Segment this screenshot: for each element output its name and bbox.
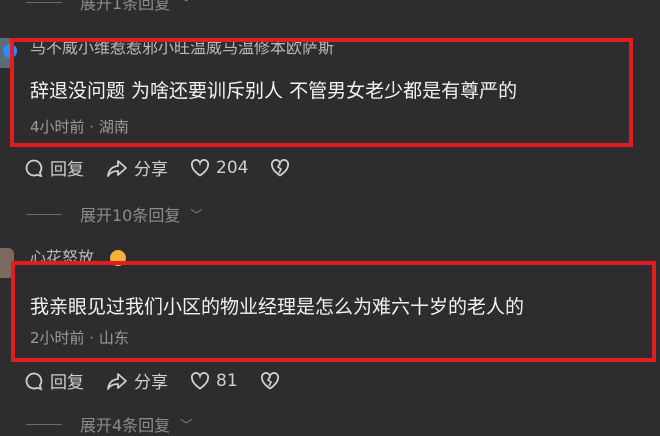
divider — [26, 1, 62, 3]
divider — [26, 423, 62, 425]
like-button[interactable]: 81 — [190, 371, 238, 391]
chevron-down-icon: ﹀ — [180, 0, 193, 10]
share-arrow-icon — [107, 159, 127, 177]
replies-toggle-label: 展开4条回复 — [80, 416, 171, 435]
replies-toggle-label: 展开10条回复 — [80, 206, 181, 225]
heart-icon — [190, 371, 210, 390]
share-button[interactable]: 分享 — [106, 155, 168, 180]
top-replies-toggle[interactable]: 展开1条回复 ﹀ — [26, 0, 192, 14]
comment-bubble-icon — [25, 159, 43, 177]
replies-toggle[interactable]: 展开4条回复 ﹀ — [26, 412, 192, 436]
share-label: 分享 — [134, 373, 168, 393]
reply-button[interactable]: 回复 — [24, 155, 84, 180]
share-label: 分享 — [134, 160, 168, 180]
dislike-button[interactable] — [260, 371, 280, 390]
chevron-down-icon: ﹀ — [180, 417, 193, 432]
share-button[interactable]: 分享 — [106, 368, 168, 393]
replies-toggle[interactable]: 展开10条回复 ﹀ — [26, 202, 202, 226]
comment-actions: 回复 分享 81 — [24, 368, 280, 393]
heart-icon — [190, 158, 210, 177]
comment-meta: 2小时前 · 山东 — [30, 329, 129, 347]
comment-text: 辞退没问题 为啥还要训斥别人 不管男女老少都是有尊严的 — [30, 80, 518, 102]
like-count: 204 — [216, 157, 249, 178]
comment-actions: 回复 分享 204 — [24, 155, 290, 180]
divider — [26, 213, 62, 215]
comment-meta: 4小时前 · 湖南 — [30, 118, 129, 136]
reply-label: 回复 — [50, 160, 84, 180]
comment-text: 我亲眼见过我们小区的物业经理是怎么为难六十岁的老人的 — [30, 296, 525, 318]
comment-bubble-icon — [25, 372, 43, 390]
share-arrow-icon — [107, 372, 127, 390]
like-button[interactable]: 204 — [190, 158, 248, 178]
reply-button[interactable]: 回复 — [24, 368, 84, 393]
reply-label: 回复 — [50, 373, 84, 393]
chevron-down-icon: ﹀ — [190, 207, 203, 222]
dislike-button[interactable] — [270, 158, 290, 177]
broken-heart-icon — [260, 371, 279, 390]
like-count: 81 — [216, 370, 238, 391]
broken-heart-icon — [271, 158, 290, 177]
replies-toggle-label: 展开1条回复 — [80, 0, 171, 13]
